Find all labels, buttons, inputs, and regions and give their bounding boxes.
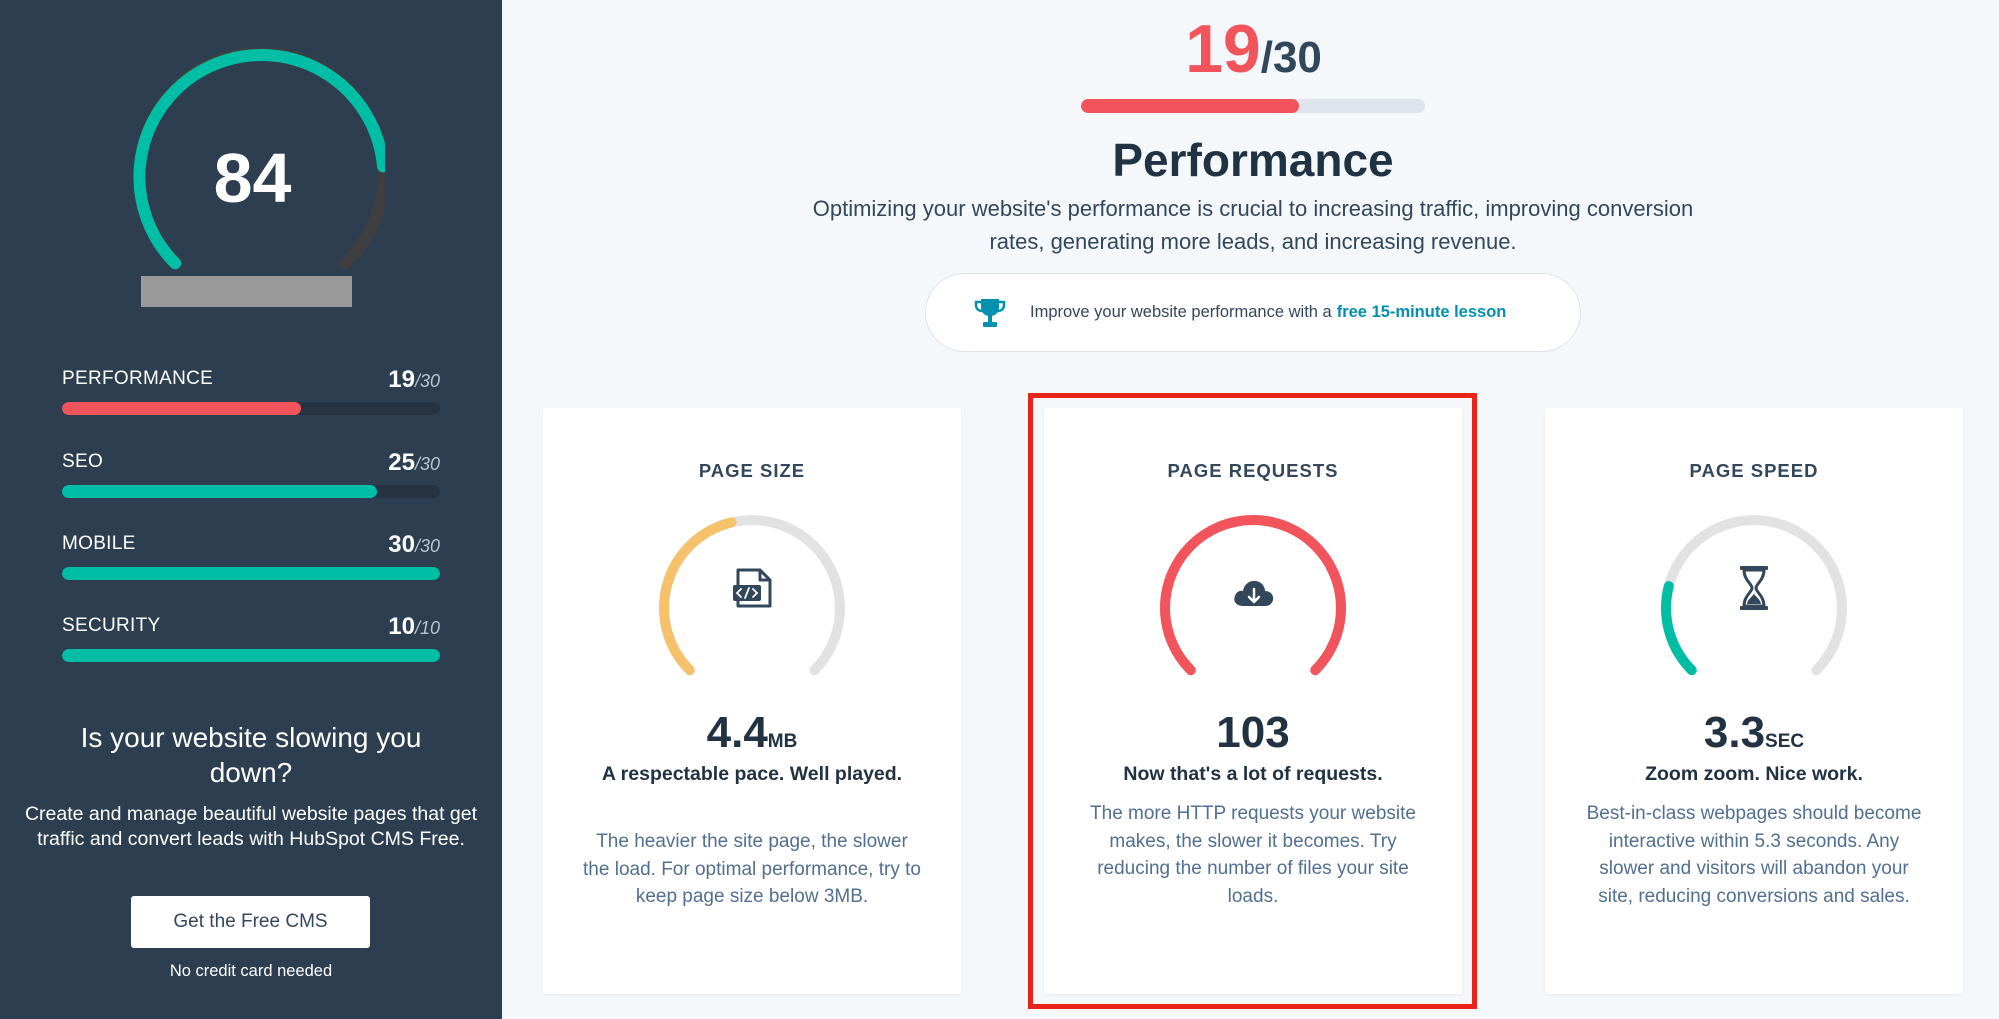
no-credit-card-note: No credit card needed <box>169 962 333 980</box>
score-label-placeholder <box>141 276 352 307</box>
free-lesson-link[interactable]: free 15-minute lesson <box>1337 303 1507 322</box>
lesson-banner: Improve your website performance with a … <box>925 273 1581 352</box>
card-verdict: Zoom zoom. Nice work. <box>1645 763 1863 785</box>
promo-title: Is your website slowing you down? <box>80 722 422 788</box>
lesson-text: Improve your website performance with a <box>1030 303 1332 321</box>
category-progress-fill <box>1081 99 1299 113</box>
category-title: Performance <box>1112 134 1394 186</box>
metric-label: SECURITY <box>62 615 161 636</box>
page-speed-card: PAGE SPEED 3.3SEC Zoom zoom. Nice work. … <box>1545 408 1963 994</box>
overall-score: 84 <box>213 139 292 217</box>
gauge-fill <box>1661 581 1697 676</box>
page-size-card: PAGE SIZE 4.4MB A respectable pace. Well… <box>543 408 961 994</box>
card-value: 3.3SEC <box>1703 708 1805 757</box>
card-verdict: A respectable pace. Well played. <box>601 763 903 785</box>
sidebar: 84 PERFORMANCE 19/30 SEO 25/30 MOBILE 30… <box>0 0 502 1019</box>
metric-progress-track <box>62 567 440 580</box>
code-file-icon <box>733 568 772 608</box>
category-progress-bar <box>1081 99 1425 113</box>
metric-progress-fill <box>62 649 440 662</box>
metric-progress-track <box>62 402 440 415</box>
metric-progress-fill <box>62 567 440 580</box>
card-title: PAGE SPEED <box>1689 460 1819 481</box>
metric-progress-track <box>62 649 440 662</box>
card-value: 4.4MB <box>706 708 798 757</box>
page-speed-gauge <box>1661 515 1847 676</box>
metric-label: MOBILE <box>62 533 136 554</box>
metric-score: 25/30 <box>388 449 440 476</box>
metric-label: PERFORMANCE <box>62 368 214 389</box>
promo-text: Create and manage beautiful website page… <box>24 803 478 850</box>
metric-label: SEO <box>62 451 104 472</box>
get-free-cms-button[interactable]: Get the Free CMS <box>131 896 370 948</box>
metric-score: 19/30 <box>388 366 440 393</box>
category-description: Optimizing your website's performance is… <box>812 196 1694 254</box>
selection-highlight-box <box>1028 393 1477 1009</box>
metric-progress-track <box>62 485 440 498</box>
card-title: PAGE SIZE <box>698 460 806 481</box>
metric-score: 30/30 <box>388 531 440 558</box>
hourglass-icon <box>1740 566 1768 610</box>
metric-progress-fill <box>62 402 302 415</box>
metric-score: 10/10 <box>388 613 440 640</box>
category-score: 19/30 <box>1185 11 1322 87</box>
gauge-fill <box>659 517 737 676</box>
card-description: The heavier the site page, the slower th… <box>583 831 921 907</box>
metric-progress-fill <box>62 485 377 498</box>
trophy-icon <box>974 298 1006 327</box>
page-size-gauge <box>659 515 845 676</box>
card-description: Best-in-class webpages should become int… <box>1586 803 1922 907</box>
